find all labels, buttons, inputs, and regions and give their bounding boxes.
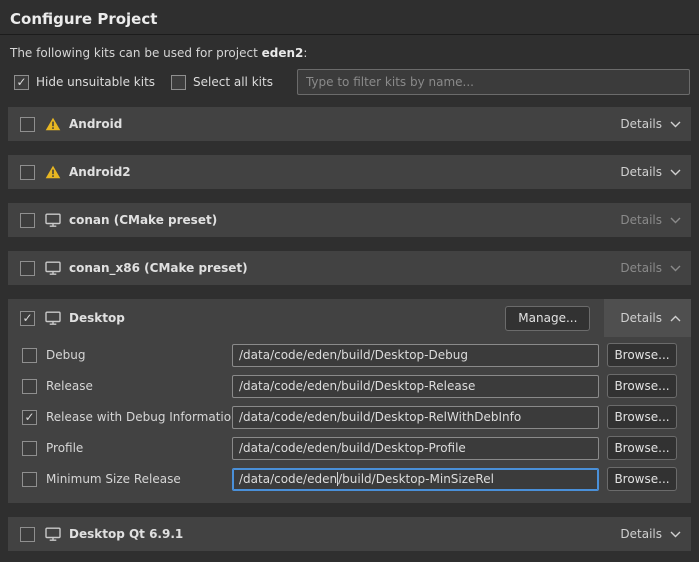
desktop-icon <box>45 261 61 275</box>
kit-header[interactable]: Desktop Qt 6.9.1 Details <box>8 517 691 551</box>
project-name: eden2 <box>262 46 304 60</box>
browse-button[interactable]: Browse... <box>607 405 677 429</box>
config-row-debug: Debug /data/code/eden/build/Desktop-Debu… <box>22 343 677 367</box>
browse-button[interactable]: Browse... <box>607 374 677 398</box>
config-label: Minimum Size Release <box>46 472 232 486</box>
kit-row-desktop: Desktop Manage... Details Debug /data/co… <box>8 299 691 503</box>
kit-name: Android <box>69 117 122 131</box>
kit-checkbox[interactable] <box>20 311 35 326</box>
kit-checkbox[interactable] <box>20 527 35 542</box>
config-row-minsizerel: Minimum Size Release /data/code/eden/bui… <box>22 467 677 491</box>
kit-row-android2: Android2 Details <box>8 155 691 189</box>
build-config-list: Debug /data/code/eden/build/Desktop-Debu… <box>8 337 691 503</box>
intro-text: The following kits can be used for proje… <box>10 46 689 60</box>
hide-unsuitable-checkbox[interactable] <box>14 75 29 90</box>
kit-header[interactable]: conan (CMake preset) Details <box>8 203 691 237</box>
build-path-input[interactable]: /data/code/eden/build/Desktop-Profile <box>232 437 599 460</box>
config-label: Profile <box>46 441 232 455</box>
page-title: Configure Project <box>10 11 689 28</box>
chevron-down-icon <box>670 169 681 176</box>
kit-checkbox[interactable] <box>20 117 35 132</box>
chevron-down-icon <box>670 531 681 538</box>
details-label: Details <box>620 117 662 131</box>
details-button[interactable]: Details <box>620 117 681 131</box>
kit-name: conan_x86 (CMake preset) <box>69 261 248 275</box>
select-all-checkbox[interactable] <box>171 75 186 90</box>
kit-row-conan: conan (CMake preset) Details <box>8 203 691 237</box>
details-label: Details <box>620 527 662 541</box>
config-checkbox[interactable] <box>22 441 37 456</box>
configure-project-page: Configure Project The following kits can… <box>0 0 699 562</box>
kit-checkbox[interactable] <box>20 213 35 228</box>
config-checkbox[interactable] <box>22 379 37 394</box>
build-path-value: /data/code/eden/build/Desktop-Release <box>239 379 475 393</box>
chevron-up-icon <box>670 315 681 322</box>
details-button[interactable]: Details <box>620 527 681 541</box>
details-button[interactable]: Details <box>620 165 681 179</box>
kit-filter-toolbar: Hide unsuitable kits Select all kits <box>0 69 699 95</box>
select-all-label: Select all kits <box>193 75 273 89</box>
desktop-icon <box>45 311 61 325</box>
select-all-kits-option[interactable]: Select all kits <box>171 75 273 90</box>
browse-button[interactable]: Browse... <box>607 467 677 491</box>
build-path-value: /data/code/eden/build/Desktop-RelWithDeb… <box>239 410 521 424</box>
intro-prefix: The following kits can be used for proje… <box>10 46 262 60</box>
config-row-release: Release /data/code/eden/build/Desktop-Re… <box>22 374 677 398</box>
build-path-value: /build/Desktop-MinSizeRel <box>338 472 494 486</box>
config-label: Release with Debug Information <box>46 410 232 424</box>
kit-header[interactable]: Desktop Manage... Details <box>8 299 691 337</box>
config-row-relwithdebinfo: Release with Debug Information /data/cod… <box>22 405 677 429</box>
details-label: Details <box>620 213 662 227</box>
details-label: Details <box>620 261 662 275</box>
kit-checkbox[interactable] <box>20 261 35 276</box>
kit-header[interactable]: Android Details <box>8 107 691 141</box>
details-button[interactable]: Details <box>620 213 681 227</box>
kit-name: Desktop <box>69 311 125 325</box>
kit-name: conan (CMake preset) <box>69 213 217 227</box>
kit-header[interactable]: conan_x86 (CMake preset) Details <box>8 251 691 285</box>
config-label: Debug <box>46 348 232 362</box>
build-path-input[interactable]: /data/code/eden/build/Desktop-Debug <box>232 344 599 367</box>
kit-header[interactable]: Android2 Details <box>8 155 691 189</box>
kit-row-desktop-qt: Desktop Qt 6.9.1 Details <box>8 517 691 551</box>
manage-button[interactable]: Manage... <box>505 306 590 331</box>
page-header: Configure Project <box>0 0 699 35</box>
warning-icon <box>45 165 61 179</box>
config-row-profile: Profile /data/code/eden/build/Desktop-Pr… <box>22 436 677 460</box>
build-path-input-focused[interactable]: /data/code/eden/build/Desktop-MinSizeRel <box>232 468 599 491</box>
hide-unsuitable-label: Hide unsuitable kits <box>36 75 155 89</box>
config-checkbox[interactable] <box>22 410 37 425</box>
build-path-input[interactable]: /data/code/eden/build/Desktop-RelWithDeb… <box>232 406 599 429</box>
kit-list: Android Details Android2 Details <box>8 107 691 551</box>
chevron-down-icon <box>670 121 681 128</box>
intro-suffix: : <box>303 46 307 60</box>
build-path-value: /data/code/eden/build/Desktop-Profile <box>239 441 466 455</box>
kit-filter-input[interactable] <box>297 69 690 95</box>
details-label: Details <box>620 311 662 325</box>
build-path-value: /data/code/eden <box>239 472 337 486</box>
browse-button[interactable]: Browse... <box>607 436 677 460</box>
kit-checkbox[interactable] <box>20 165 35 180</box>
kit-name: Android2 <box>69 165 131 179</box>
config-checkbox[interactable] <box>22 348 37 363</box>
chevron-down-icon <box>670 265 681 272</box>
details-expanded-area: Details <box>604 299 691 337</box>
warning-icon <box>45 117 61 131</box>
kit-row-android: Android Details <box>8 107 691 141</box>
details-label: Details <box>620 165 662 179</box>
browse-button[interactable]: Browse... <box>607 343 677 367</box>
desktop-icon <box>45 213 61 227</box>
desktop-icon <box>45 527 61 541</box>
kit-row-conan-x86: conan_x86 (CMake preset) Details <box>8 251 691 285</box>
build-path-value: /data/code/eden/build/Desktop-Debug <box>239 348 468 362</box>
details-button[interactable]: Details <box>620 261 681 275</box>
build-path-input[interactable]: /data/code/eden/build/Desktop-Release <box>232 375 599 398</box>
kit-name: Desktop Qt 6.9.1 <box>69 527 183 541</box>
chevron-down-icon <box>670 217 681 224</box>
config-label: Release <box>46 379 232 393</box>
details-button[interactable]: Details <box>620 311 681 325</box>
hide-unsuitable-kits-option[interactable]: Hide unsuitable kits <box>14 75 155 90</box>
config-checkbox[interactable] <box>22 472 37 487</box>
